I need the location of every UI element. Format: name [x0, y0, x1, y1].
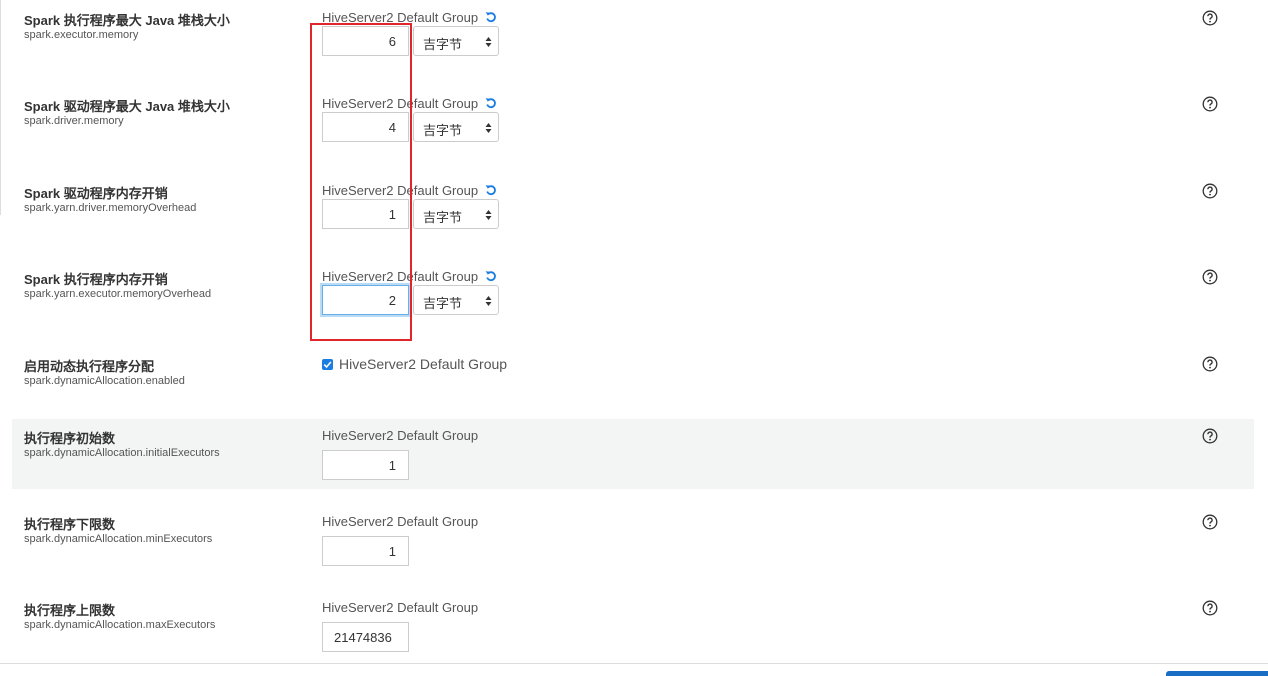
- group-name: HiveServer2 Default Group: [322, 269, 479, 284]
- group-name: HiveServer2 Default Group: [322, 428, 479, 443]
- config-row-driver-memory-overhead: Spark 驱动程序内存开销 spark.yarn.driver.memoryO…: [12, 183, 1254, 257]
- property-key: spark.dynamicAllocation.minExecutors: [24, 533, 213, 545]
- config-row-executor-memory: Spark 执行程序最大 Java 堆栈大小 spark.executor.me…: [12, 10, 1254, 84]
- config-row-driver-memory: Spark 驱动程序最大 Java 堆栈大小 spark.driver.memo…: [12, 96, 1254, 170]
- unit-select[interactable]: 吉字节: [413, 199, 499, 229]
- left-divider: [0, 0, 1, 215]
- config-row-min-executors: 执行程序下限数 spark.dynamicAllocation.minExecu…: [12, 514, 1254, 588]
- undo-icon[interactable]: [485, 184, 497, 196]
- group-name: HiveServer2 Default Group: [322, 183, 479, 198]
- unit-select[interactable]: 吉字节: [413, 112, 499, 142]
- group-name: HiveServer2 Default Group: [322, 10, 479, 25]
- sort-icon: [485, 296, 492, 306]
- group-label: HiveServer2 Default Group: [322, 10, 497, 25]
- property-key: spark.driver.memory: [24, 115, 124, 127]
- enable-checkbox-label[interactable]: HiveServer2 Default Group: [322, 356, 507, 372]
- value-input[interactable]: [322, 199, 409, 229]
- property-key: spark.yarn.executor.memoryOverhead: [24, 288, 212, 300]
- property-title: 执行程序初始数: [24, 431, 116, 446]
- value-input[interactable]: [322, 622, 409, 652]
- property-title: 执行程序上限数: [24, 603, 116, 618]
- group-name: HiveServer2 Default Group: [322, 600, 479, 615]
- group-name: HiveServer2 Default Group: [339, 356, 508, 372]
- value-input[interactable]: [322, 112, 409, 142]
- unit-select-label: 吉字节: [423, 296, 463, 311]
- property-title: Spark 驱动程序最大 Java 堆栈大小: [24, 99, 230, 114]
- help-icon[interactable]: [1202, 514, 1218, 530]
- help-icon[interactable]: [1202, 600, 1218, 616]
- unit-select[interactable]: 吉字节: [413, 26, 499, 56]
- property-key: spark.executor.memory: [24, 29, 139, 41]
- value-input[interactable]: [322, 536, 409, 566]
- group-label: HiveServer2 Default Group: [322, 600, 478, 615]
- help-icon[interactable]: [1202, 269, 1218, 285]
- group-label: HiveServer2 Default Group: [322, 183, 497, 198]
- unit-select-label: 吉字节: [423, 210, 463, 225]
- unit-select[interactable]: 吉字节: [413, 285, 499, 315]
- save-button[interactable]: [1166, 671, 1268, 676]
- group-label: HiveServer2 Default Group: [322, 514, 478, 529]
- value-input[interactable]: [322, 26, 409, 56]
- config-row-initial-executors: 执行程序初始数 spark.dynamicAllocation.initialE…: [12, 419, 1254, 489]
- sort-icon: [485, 210, 492, 220]
- spark-config-page: Spark 执行程序最大 Java 堆栈大小 spark.executor.me…: [0, 0, 1268, 676]
- help-icon[interactable]: [1202, 96, 1218, 112]
- property-title: 启用动态执行程序分配: [24, 359, 155, 374]
- unit-select-label: 吉字节: [423, 37, 463, 52]
- undo-icon[interactable]: [485, 97, 497, 109]
- property-title: Spark 执行程序内存开销: [24, 272, 168, 287]
- config-row-max-executors: 执行程序上限数 spark.dynamicAllocation.maxExecu…: [12, 600, 1254, 662]
- footer-divider: [0, 663, 1268, 664]
- help-icon[interactable]: [1202, 356, 1218, 372]
- sort-icon: [485, 123, 492, 133]
- help-icon[interactable]: [1202, 10, 1218, 26]
- group-name: HiveServer2 Default Group: [322, 96, 479, 111]
- unit-select-label: 吉字节: [423, 123, 463, 138]
- undo-icon[interactable]: [485, 270, 497, 282]
- property-title: Spark 驱动程序内存开销: [24, 186, 168, 201]
- config-row-executor-memory-overhead: Spark 执行程序内存开销 spark.yarn.executor.memor…: [12, 269, 1254, 343]
- help-icon[interactable]: [1202, 428, 1218, 444]
- group-name: HiveServer2 Default Group: [322, 514, 479, 529]
- value-input[interactable]: [322, 285, 409, 315]
- group-label: HiveServer2 Default Group: [322, 96, 497, 111]
- property-key: spark.dynamicAllocation.enabled: [24, 375, 185, 387]
- property-key: spark.dynamicAllocation.initialExecutors: [24, 447, 220, 459]
- property-key: spark.dynamicAllocation.maxExecutors: [24, 619, 216, 631]
- sort-icon: [485, 37, 492, 47]
- undo-icon[interactable]: [485, 11, 497, 23]
- checkbox-checked-icon[interactable]: [322, 359, 333, 370]
- help-icon[interactable]: [1202, 183, 1218, 199]
- group-label: HiveServer2 Default Group: [322, 428, 478, 443]
- property-key: spark.yarn.driver.memoryOverhead: [24, 202, 197, 214]
- property-title: 执行程序下限数: [24, 517, 116, 532]
- property-title: Spark 执行程序最大 Java 堆栈大小: [24, 13, 230, 28]
- group-label: HiveServer2 Default Group: [322, 269, 497, 284]
- value-input[interactable]: [322, 450, 409, 480]
